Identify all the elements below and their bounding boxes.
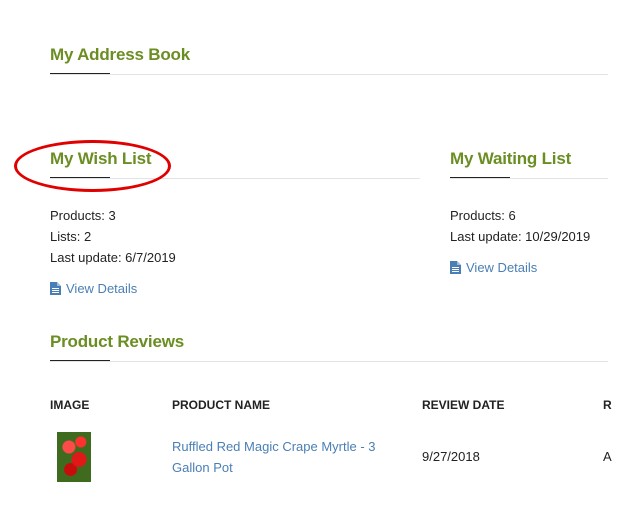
wish-list-last-update: Last update: 6/7/2019 xyxy=(50,250,176,265)
waiting-list-products: Products: 6 xyxy=(450,208,516,223)
waiting-list-last-update: Last update: 10/29/2019 xyxy=(450,229,591,244)
partial-cell: A xyxy=(603,449,612,464)
waiting-list-view-details-link[interactable]: View Details xyxy=(450,260,537,275)
wish-list-highlight-circle xyxy=(14,140,171,192)
review-date-cell: 9/27/2018 xyxy=(422,449,480,464)
address-book-title: My Address Book xyxy=(50,45,190,64)
product-thumbnail[interactable] xyxy=(57,432,91,482)
column-header-review-date: REVIEW DATE xyxy=(422,398,505,412)
address-book-divider xyxy=(50,74,608,75)
column-header-image: IMAGE xyxy=(50,398,90,412)
waiting-list-view-details-label: View Details xyxy=(466,260,538,275)
waiting-list-title: My Waiting List xyxy=(450,149,572,168)
product-reviews-title: Product Reviews xyxy=(50,332,184,351)
product-reviews-divider xyxy=(50,361,608,362)
wish-list-view-details-link[interactable]: View Details xyxy=(50,281,137,296)
wish-list-products: Products: 3 xyxy=(50,208,116,223)
column-header-partial: R xyxy=(603,398,612,412)
document-icon xyxy=(50,282,61,295)
wish-list-view-details-label: View Details xyxy=(66,281,138,296)
product-name-link[interactable]: Ruffled Red Magic Crape Myrtle - 3 Gallo… xyxy=(172,436,387,478)
column-header-product-name: PRODUCT NAME xyxy=(172,398,270,412)
waiting-list-divider xyxy=(450,178,608,179)
document-icon xyxy=(450,261,461,274)
wish-list-lists: Lists: 2 xyxy=(50,229,92,244)
